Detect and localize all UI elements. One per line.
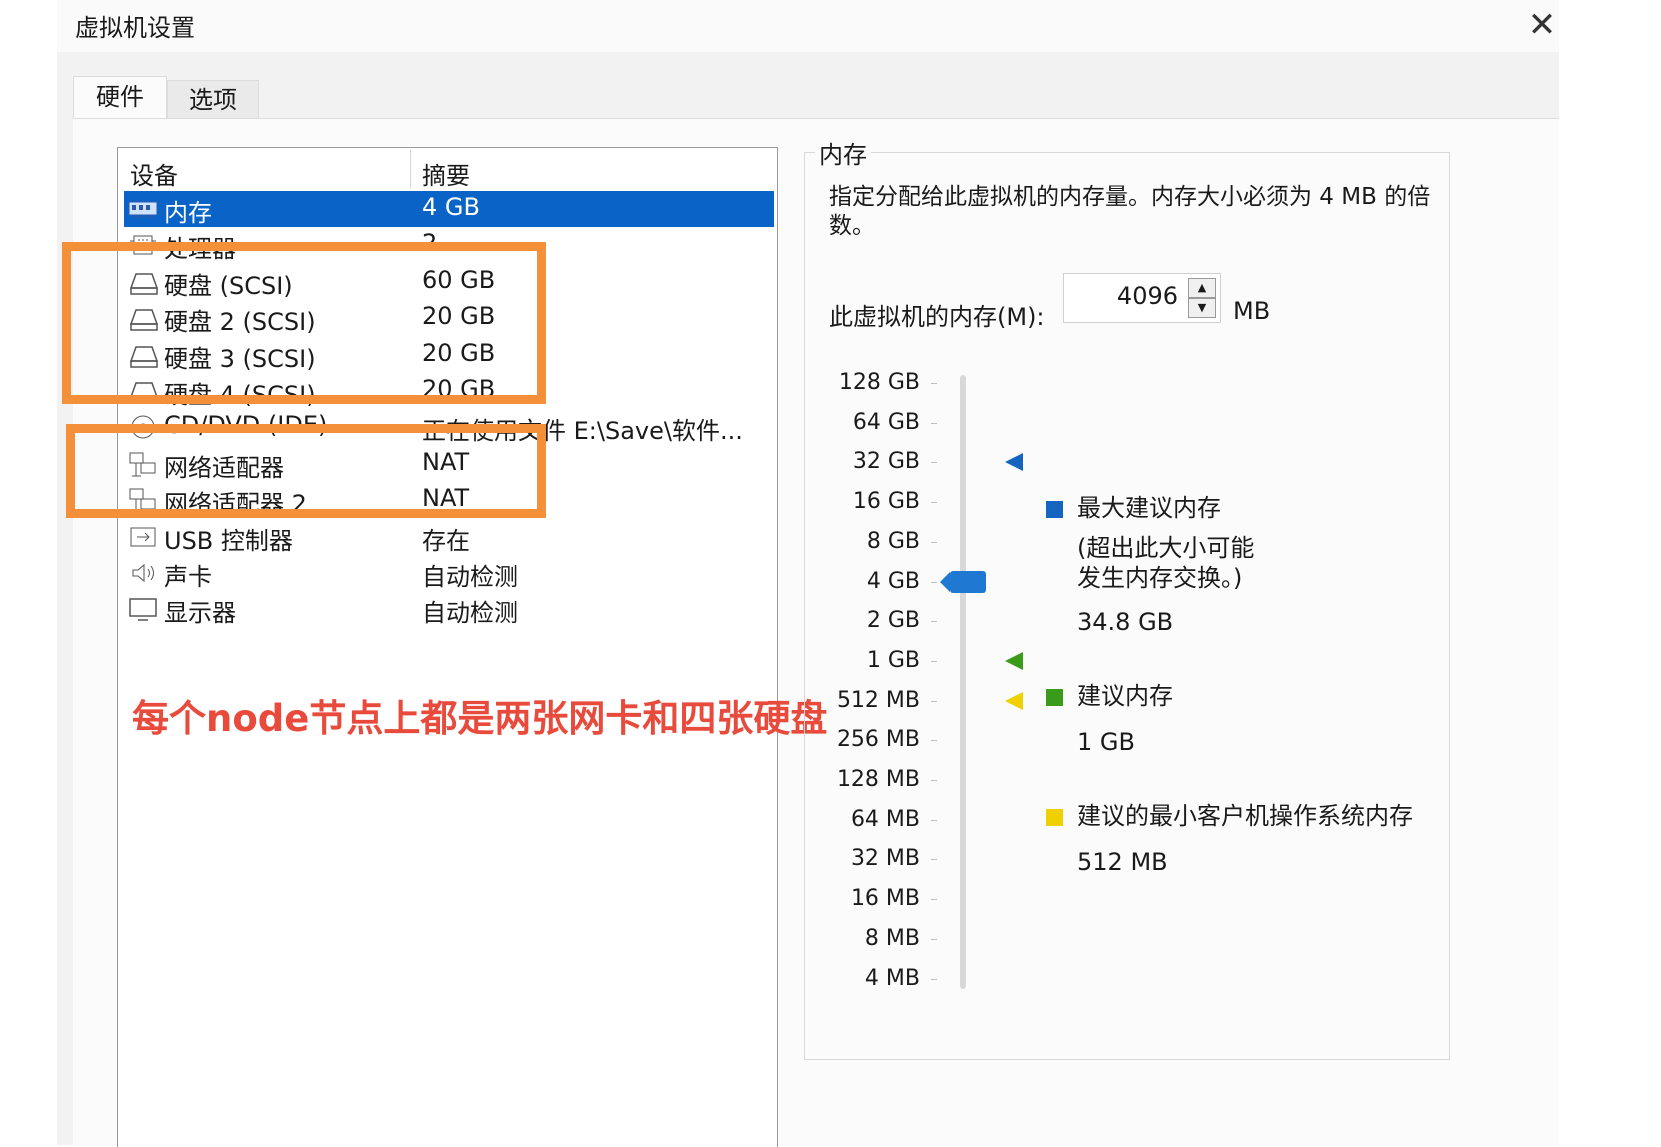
scale-label: 64 MB: [850, 806, 920, 832]
device-row[interactable]: 内存 4 GB: [124, 191, 774, 227]
device-name: 显示器: [164, 599, 236, 628]
display-icon: [128, 595, 158, 623]
scale-tick: [931, 462, 937, 464]
legend-label: 建议的最小客户机操作系统内存: [1077, 802, 1413, 830]
scale-label: 16 MB: [850, 886, 920, 912]
scale-label: 32 MB: [850, 846, 920, 872]
spin-up-icon[interactable]: ▲: [1188, 278, 1216, 298]
scale-label: 1 GB: [866, 647, 920, 673]
device-name: USB 控制器: [164, 526, 293, 555]
device-summary: 4 GB: [422, 193, 480, 221]
sound-card-icon: [128, 559, 158, 587]
scale-label: 512 MB: [836, 687, 920, 713]
memory-value[interactable]: 4096: [1117, 282, 1178, 310]
scale-label: 8 GB: [866, 528, 920, 554]
window-title: 虚拟机设置: [75, 14, 195, 42]
min-guest-os-marker: [1005, 691, 1023, 710]
scale-tick: [931, 581, 937, 583]
scale-label: 64 GB: [852, 409, 920, 435]
spin-down-icon[interactable]: ▼: [1188, 298, 1216, 318]
column-divider: [410, 150, 411, 188]
scale-tick: [931, 780, 937, 781]
memory-spin-input[interactable]: 4096 ▲ ▼: [1063, 273, 1221, 323]
scale-label: 128 MB: [836, 767, 920, 792]
legend-label: 最大建议内存: [1077, 494, 1221, 522]
device-list-header: 设备 摘要: [118, 148, 777, 190]
legend-note: (超出此大小可能 发生内存交换。): [1077, 534, 1255, 592]
scale-tick: [931, 859, 937, 861]
device-name: 内存: [164, 199, 212, 227]
legend-value: 34.8 GB: [1077, 608, 1174, 636]
scale-tick: [931, 422, 937, 424]
scale-tick: [931, 938, 937, 940]
usb-controller-icon: [128, 523, 158, 551]
device-summary: 自动检测: [422, 599, 518, 628]
legend-swatch: [1046, 689, 1063, 706]
device-summary: 存在: [422, 526, 470, 555]
network-adapters-highlight-box: [66, 424, 546, 518]
scale-tick: [931, 621, 937, 623]
max-recommended-marker: [1005, 453, 1023, 472]
scale-tick: [931, 660, 937, 662]
device-row[interactable]: 显示器 自动检测: [124, 591, 774, 627]
column-header-device[interactable]: 设备: [130, 156, 178, 191]
device-summary: 自动检测: [422, 563, 518, 591]
device-row[interactable]: 声卡 自动检测: [124, 555, 774, 591]
scale-tick: [931, 383, 937, 384]
recommended-marker: [1005, 651, 1023, 670]
device-name: 声卡: [164, 563, 212, 591]
hard-disks-highlight-box: [62, 242, 546, 404]
scale-label: 16 GB: [852, 489, 920, 515]
scale-label: 4 MB: [864, 965, 920, 991]
scale-tick: [931, 899, 937, 901]
legend-swatch: [1046, 809, 1063, 826]
scale-label: 32 GB: [852, 449, 920, 475]
legend-label: 建议内存: [1077, 682, 1173, 710]
device-row[interactable]: USB 控制器 存在: [124, 519, 774, 555]
memory-icon: [128, 195, 158, 223]
scale-label: 4 GB: [866, 568, 920, 594]
scale-label: 128 GB: [838, 370, 920, 395]
legend-value: 512 MB: [1077, 848, 1168, 876]
scale-tick: [931, 740, 937, 742]
memory-slider-thumb[interactable]: [940, 570, 986, 593]
memory-input-label: 此虚拟机的内存(M):: [829, 303, 1045, 331]
scale-label: 8 MB: [864, 925, 920, 951]
memory-unit: MB: [1233, 297, 1271, 325]
vm-settings-dialog: 虚拟机设置 ✕ 硬件 选项 设备 摘要 内存 4 GB 处理器 2 硬盘 (SCSI) 6…: [57, 0, 1559, 1147]
legend-swatch: [1046, 501, 1063, 518]
scale-tick: [931, 502, 937, 504]
scale-tick: [931, 978, 937, 980]
column-header-summary[interactable]: 摘要: [422, 156, 470, 191]
scale-tick: [931, 819, 937, 821]
legend-value: 1 GB: [1077, 728, 1135, 756]
title-bar: 虚拟机设置 ✕: [57, 0, 1559, 52]
scale-tick: [931, 541, 937, 543]
memory-group-title: 内存: [815, 135, 871, 170]
memory-description: 指定分配给此虚拟机的内存量。内存大小必须为 4 MB 的倍数。: [829, 184, 1431, 239]
scale-label: 2 GB: [866, 608, 920, 634]
tab-hardware[interactable]: 硬件: [73, 76, 167, 120]
memory-group: 内存 指定分配给此虚拟机的内存量。内存大小必须为 4 MB 的倍数。 此虚拟机的…: [804, 135, 1450, 1060]
memory-slider-track[interactable]: [960, 375, 966, 989]
scale-label: 256 MB: [836, 727, 920, 753]
annotation-text: 每个node节点上都是两张网卡和四张硬盘: [132, 697, 828, 740]
close-icon[interactable]: ✕: [1522, 3, 1562, 47]
tab-options[interactable]: 选项: [167, 80, 259, 118]
scale-tick: [931, 700, 937, 702]
